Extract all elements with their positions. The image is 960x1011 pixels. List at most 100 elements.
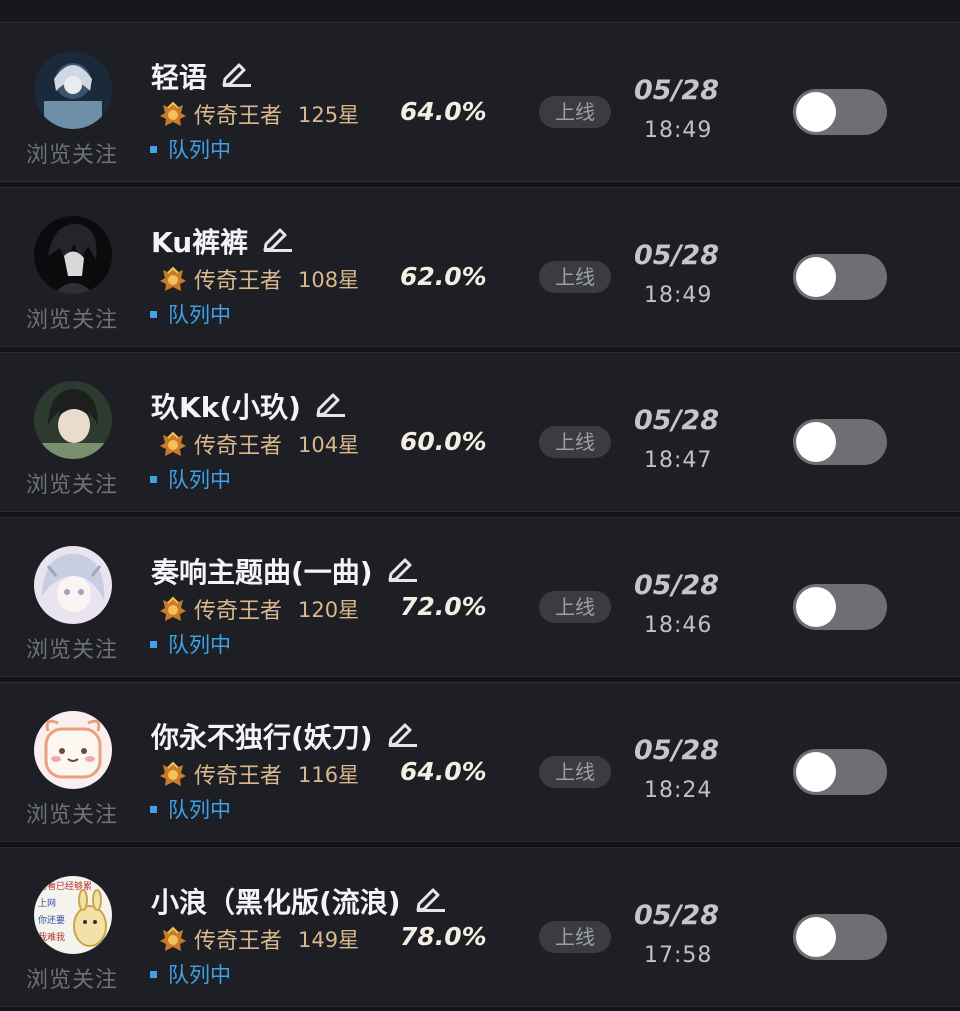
avatar[interactable] <box>34 546 112 624</box>
queue-status-text: 队列中 <box>168 303 231 327</box>
pencil-edit-icon[interactable] <box>262 226 294 259</box>
follow-label[interactable]: 浏览关注 <box>26 302 118 334</box>
avatar[interactable] <box>34 711 112 789</box>
rank-stars: 120星 <box>298 598 360 622</box>
queue-status-text: 队列中 <box>168 633 231 657</box>
pencil-edit-icon[interactable] <box>387 721 419 754</box>
notify-toggle[interactable] <box>793 254 887 300</box>
rank-stars: 104星 <box>298 433 360 457</box>
pencil-edit-icon[interactable] <box>415 886 447 919</box>
friend-row[interactable]: 看看已经够累 上网 你还要 我难我 浏览关注 小浪（黑化版(流浪) 传奇王者 1… <box>0 847 960 1007</box>
notify-toggle[interactable] <box>793 749 887 795</box>
avatar[interactable] <box>34 216 112 294</box>
rank: 传奇王者 149星 <box>158 924 359 954</box>
win-rate: 60.0% <box>400 427 487 456</box>
queue-dot-icon <box>150 475 157 483</box>
rank-name: 传奇王者 <box>194 929 283 954</box>
friend-row[interactable]: 浏览关注 奏响主题曲(一曲) 传奇王者 120星 72.0% 队列中 上线 05… <box>0 517 960 677</box>
rank: 传奇王者 104星 <box>158 429 359 459</box>
friend-row[interactable]: 浏览关注 Ku裤裤 传奇王者 108星 62.0% 队列中 上线 05/28 1… <box>0 187 960 347</box>
queue-status: 队列中 <box>150 959 231 989</box>
rank-name: 传奇王者 <box>194 104 283 129</box>
rank-stars: 125星 <box>298 103 360 127</box>
queue-status-text: 队列中 <box>168 468 231 492</box>
rank: 传奇王者 116星 <box>158 759 359 789</box>
last-date: 05/28 <box>634 405 720 436</box>
online-status-badge: 上线 <box>539 426 611 458</box>
win-rate: 78.0% <box>400 922 487 951</box>
legendary-king-rank-icon <box>160 266 186 291</box>
queue-dot-icon <box>150 310 157 318</box>
last-time: 17:58 <box>644 943 713 968</box>
legendary-king-rank-icon <box>160 926 186 951</box>
toggle-knob <box>796 752 836 792</box>
follow-label[interactable]: 浏览关注 <box>26 962 118 994</box>
avatar[interactable]: 看看已经够累 上网 你还要 我难我 <box>34 876 112 954</box>
follow-label[interactable]: 浏览关注 <box>26 467 118 499</box>
follow-label[interactable]: 浏览关注 <box>26 797 118 829</box>
top-edge <box>0 0 960 22</box>
queue-dot-icon <box>150 970 157 978</box>
last-time: 18:47 <box>644 448 713 473</box>
rank: 传奇王者 108星 <box>158 264 359 294</box>
last-time: 18:49 <box>644 283 713 308</box>
win-rate: 72.0% <box>400 592 487 621</box>
last-date: 05/28 <box>634 735 720 766</box>
notify-toggle[interactable] <box>793 419 887 465</box>
queue-status-text: 队列中 <box>168 963 231 987</box>
notify-toggle[interactable] <box>793 914 887 960</box>
player-name-text: 你永不独行(妖刀) <box>151 721 373 754</box>
legendary-king-rank-icon <box>160 101 186 126</box>
follow-label[interactable]: 浏览关注 <box>26 137 118 169</box>
queue-dot-icon <box>150 805 157 813</box>
online-status-badge: 上线 <box>539 921 611 953</box>
friend-row[interactable]: 浏览关注 你永不独行(妖刀) 传奇王者 116星 64.0% 队列中 上线 05… <box>0 682 960 842</box>
friend-row[interactable]: 浏览关注 轻语 传奇王者 125星 64.0% 队列中 上线 05/28 18:… <box>0 22 960 182</box>
queue-status: 队列中 <box>150 134 231 164</box>
player-name-text: 玖Kk(小玖) <box>151 391 301 424</box>
pencil-edit-icon[interactable] <box>221 61 253 94</box>
follow-label[interactable]: 浏览关注 <box>26 632 118 664</box>
rank-name: 传奇王者 <box>194 434 283 459</box>
pencil-edit-icon[interactable] <box>315 391 347 424</box>
avatar[interactable] <box>34 381 112 459</box>
player-name-text: 小浪（黑化版(流浪) <box>151 886 401 919</box>
last-date: 05/28 <box>634 240 720 271</box>
queue-dot-icon <box>150 640 157 648</box>
online-status-badge: 上线 <box>539 261 611 293</box>
friend-row[interactable]: 浏览关注 玖Kk(小玖) 传奇王者 104星 60.0% 队列中 上线 05/2… <box>0 352 960 512</box>
toggle-knob <box>796 587 836 627</box>
queue-status: 队列中 <box>150 464 231 494</box>
player-name: Ku裤裤 <box>151 221 294 261</box>
queue-status: 队列中 <box>150 299 231 329</box>
win-rate: 64.0% <box>400 757 487 786</box>
win-rate: 62.0% <box>400 262 487 291</box>
legendary-king-rank-icon <box>160 431 186 456</box>
rank: 传奇王者 125星 <box>158 99 359 129</box>
notify-toggle[interactable] <box>793 89 887 135</box>
last-date: 05/28 <box>634 900 720 931</box>
online-status-badge: 上线 <box>539 591 611 623</box>
player-name: 你永不独行(妖刀) <box>151 716 419 756</box>
toggle-knob <box>796 92 836 132</box>
online-status-badge: 上线 <box>539 756 611 788</box>
last-time: 18:24 <box>644 778 713 803</box>
last-time: 18:46 <box>644 613 713 638</box>
avatar-text-line: 上网 <box>38 898 56 909</box>
player-name: 轻语 <box>151 56 253 96</box>
last-date: 05/28 <box>634 570 720 601</box>
last-date: 05/28 <box>634 75 720 106</box>
player-name: 奏响主题曲(一曲) <box>151 551 419 591</box>
rank-stars: 116星 <box>298 763 360 787</box>
notify-toggle[interactable] <box>793 584 887 630</box>
win-rate: 64.0% <box>400 97 487 126</box>
rank-name: 传奇王者 <box>194 599 283 624</box>
toggle-knob <box>796 422 836 462</box>
queue-status: 队列中 <box>150 794 231 824</box>
player-name: 玖Kk(小玖) <box>151 386 347 426</box>
rank: 传奇王者 120星 <box>158 594 359 624</box>
avatar[interactable] <box>34 51 112 129</box>
queue-status: 队列中 <box>150 629 231 659</box>
pencil-edit-icon[interactable] <box>387 556 419 589</box>
player-name-text: Ku裤裤 <box>151 226 249 259</box>
